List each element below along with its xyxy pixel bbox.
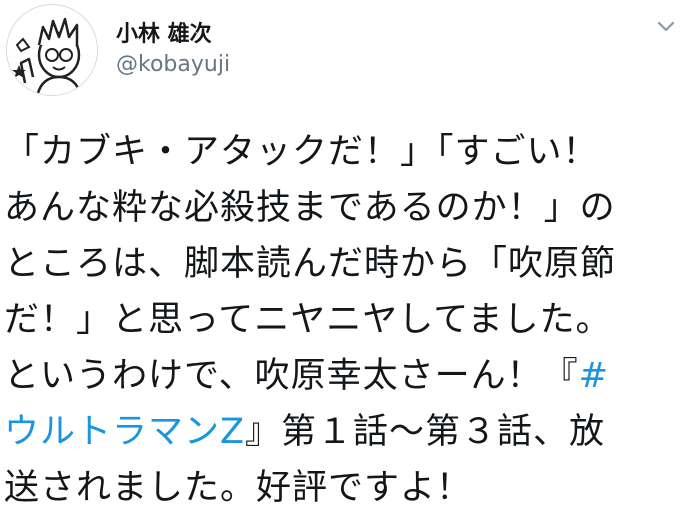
avatar[interactable]	[6, 4, 98, 96]
chevron-down-icon[interactable]	[654, 14, 678, 38]
tweet-line-2: あんな粋な必殺技まであるのか！」の	[4, 188, 616, 228]
display-name[interactable]: 小林 雄次	[116, 16, 212, 48]
tweet-line-5-text: というわけで、吹原幸太さーん！『	[4, 356, 579, 396]
tweet: 小林 雄次 @kobayuji 「カブキ・アタックだ！」「すごい！ あんな粋な必…	[0, 0, 690, 508]
avatar-illustration	[7, 5, 97, 95]
tweet-line-4: だ！」と思ってニヤニヤしてました。	[4, 300, 612, 340]
hashtag-link-start[interactable]: #	[579, 356, 609, 396]
tweet-line-6-text: 』第１話〜第３話、放	[244, 412, 605, 452]
user-handle[interactable]: @kobayuji	[116, 52, 230, 77]
tweet-line-3: ところは、脚本読んだ時から「吹原節	[4, 244, 617, 284]
hashtag-link-end[interactable]: ウルトラマンZ	[4, 412, 245, 452]
tweet-line-6: ウルトラマンZ』第１話〜第３話、放	[4, 404, 684, 460]
tweet-line-5: というわけで、吹原幸太さーん！『#	[4, 348, 684, 404]
tweet-line-1: 「カブキ・アタックだ！」「すごい！	[4, 132, 599, 172]
tweet-text: 「カブキ・アタックだ！」「すごい！ あんな粋な必殺技まであるのか！」の ところは…	[4, 124, 684, 516]
chevron-down-icon-glyph	[657, 21, 675, 32]
